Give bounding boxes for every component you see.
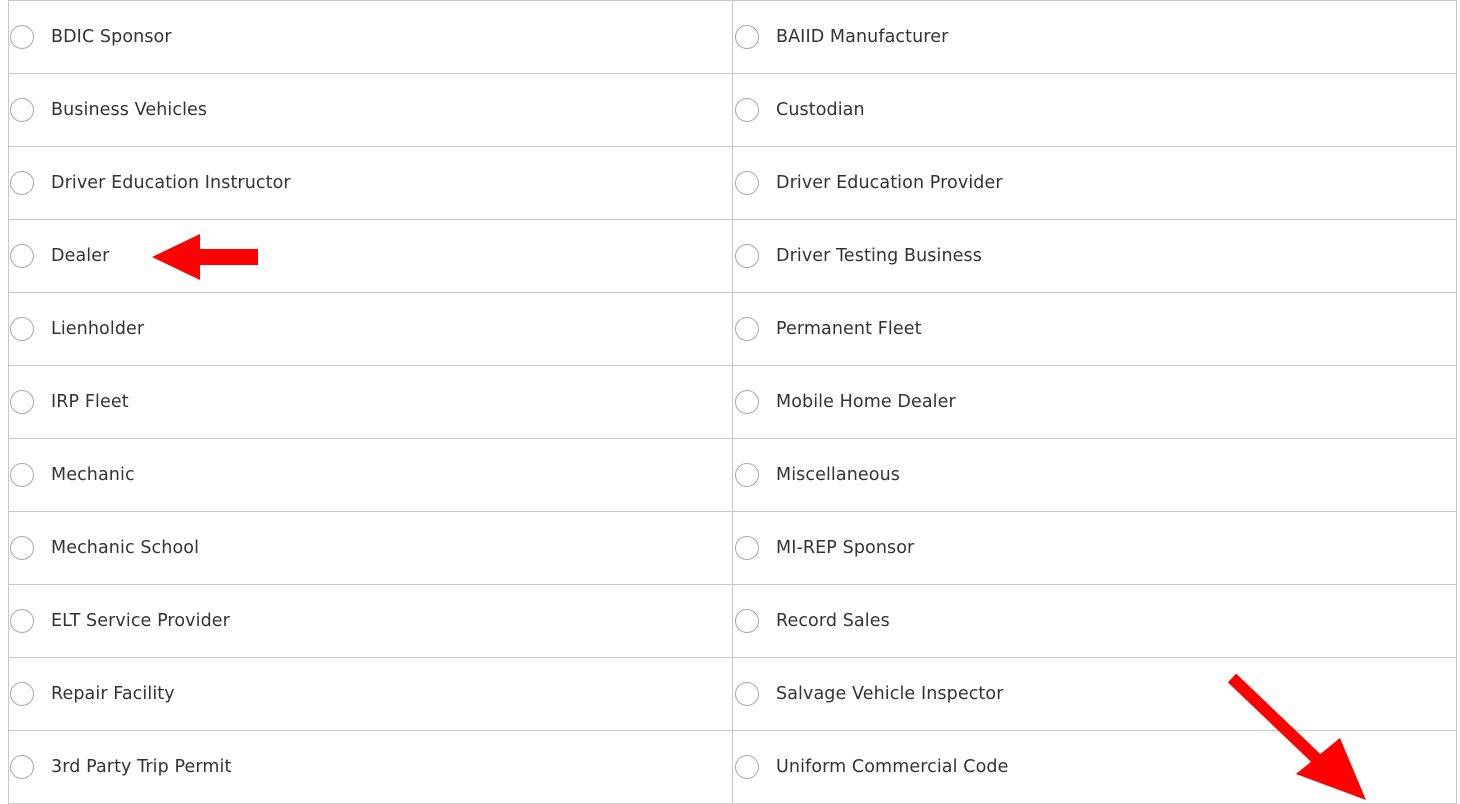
option-driver-education-provider[interactable]: Driver Education Provider xyxy=(733,147,1456,219)
option-label: MI-REP Sponsor xyxy=(776,538,915,558)
table-row: BDIC Sponsor BAIID Manufacturer xyxy=(9,1,1456,74)
radio-button[interactable] xyxy=(10,536,34,560)
table-row: Mechanic School MI-REP Sponsor xyxy=(9,512,1456,585)
option-bdic-sponsor[interactable]: BDIC Sponsor xyxy=(9,1,733,73)
option-label: Uniform Commercial Code xyxy=(776,757,1009,777)
option-miscellaneous[interactable]: Miscellaneous xyxy=(733,439,1456,511)
option-label: Mechanic xyxy=(51,465,135,485)
option-label: 3rd Party Trip Permit xyxy=(51,757,232,777)
radio-button[interactable] xyxy=(10,463,34,487)
option-label: BAIID Manufacturer xyxy=(776,27,949,47)
option-driver-testing-business[interactable]: Driver Testing Business xyxy=(733,220,1456,292)
table-row: ELT Service Provider Record Sales xyxy=(9,585,1456,658)
table-row: Lienholder Permanent Fleet xyxy=(9,293,1456,366)
option-baiid-manufacturer[interactable]: BAIID Manufacturer xyxy=(733,1,1456,73)
option-repair-facility[interactable]: Repair Facility xyxy=(9,658,733,730)
option-mi-rep-sponsor[interactable]: MI-REP Sponsor xyxy=(733,512,1456,584)
option-label: Driver Education Instructor xyxy=(51,173,291,193)
radio-button[interactable] xyxy=(735,244,759,268)
table-row: Mechanic Miscellaneous xyxy=(9,439,1456,512)
option-custodian[interactable]: Custodian xyxy=(733,74,1456,146)
option-driver-education-instructor[interactable]: Driver Education Instructor xyxy=(9,147,733,219)
radio-button[interactable] xyxy=(735,25,759,49)
option-mechanic[interactable]: Mechanic xyxy=(9,439,733,511)
table-row: 3rd Party Trip Permit Uniform Commercial… xyxy=(9,731,1456,804)
option-label: ELT Service Provider xyxy=(51,611,230,631)
option-dealer[interactable]: Dealer xyxy=(9,220,733,292)
business-type-radio-grid: BDIC Sponsor BAIID Manufacturer Business… xyxy=(8,0,1457,804)
table-row: Driver Education Instructor Driver Educa… xyxy=(9,147,1456,220)
option-label: Custodian xyxy=(776,100,865,120)
option-mobile-home-dealer[interactable]: Mobile Home Dealer xyxy=(733,366,1456,438)
radio-button[interactable] xyxy=(10,755,34,779)
radio-button[interactable] xyxy=(10,171,34,195)
option-label: Dealer xyxy=(51,246,110,266)
radio-button[interactable] xyxy=(735,98,759,122)
radio-button[interactable] xyxy=(10,244,34,268)
option-record-sales[interactable]: Record Sales xyxy=(733,585,1456,657)
option-label: Record Sales xyxy=(776,611,890,631)
option-label: Repair Facility xyxy=(51,684,175,704)
option-mechanic-school[interactable]: Mechanic School xyxy=(9,512,733,584)
table-row: Repair Facility Salvage Vehicle Inspecto… xyxy=(9,658,1456,731)
option-uniform-commercial-code[interactable]: Uniform Commercial Code xyxy=(733,731,1456,803)
option-label: Lienholder xyxy=(51,319,145,339)
option-label: Mobile Home Dealer xyxy=(776,392,956,412)
radio-button[interactable] xyxy=(10,317,34,341)
radio-button[interactable] xyxy=(10,682,34,706)
radio-button[interactable] xyxy=(735,682,759,706)
option-label: Salvage Vehicle Inspector xyxy=(776,684,1004,704)
radio-button[interactable] xyxy=(735,609,759,633)
option-label: Mechanic School xyxy=(51,538,200,558)
radio-button[interactable] xyxy=(10,390,34,414)
radio-button[interactable] xyxy=(10,609,34,633)
radio-button[interactable] xyxy=(735,171,759,195)
radio-button[interactable] xyxy=(735,463,759,487)
radio-button[interactable] xyxy=(10,98,34,122)
table-row: IRP Fleet Mobile Home Dealer xyxy=(9,366,1456,439)
option-label: Permanent Fleet xyxy=(776,319,922,339)
radio-button[interactable] xyxy=(735,390,759,414)
radio-button[interactable] xyxy=(735,317,759,341)
option-label: Business Vehicles xyxy=(51,100,208,120)
option-permanent-fleet[interactable]: Permanent Fleet xyxy=(733,293,1456,365)
option-label: Miscellaneous xyxy=(776,465,900,485)
option-irp-fleet[interactable]: IRP Fleet xyxy=(9,366,733,438)
option-business-vehicles[interactable]: Business Vehicles xyxy=(9,74,733,146)
option-label: BDIC Sponsor xyxy=(51,27,172,47)
radio-button[interactable] xyxy=(10,25,34,49)
option-label: IRP Fleet xyxy=(51,392,129,412)
option-elt-service-provider[interactable]: ELT Service Provider xyxy=(9,585,733,657)
option-lienholder[interactable]: Lienholder xyxy=(9,293,733,365)
radio-button[interactable] xyxy=(735,755,759,779)
radio-button[interactable] xyxy=(735,536,759,560)
option-label: Driver Education Provider xyxy=(776,173,1003,193)
option-salvage-vehicle-inspector[interactable]: Salvage Vehicle Inspector xyxy=(733,658,1456,730)
table-row: Business Vehicles Custodian xyxy=(9,74,1456,147)
option-3rd-party-trip-permit[interactable]: 3rd Party Trip Permit xyxy=(9,731,733,803)
option-label: Driver Testing Business xyxy=(776,246,982,266)
table-row: Dealer Driver Testing Business xyxy=(9,220,1456,293)
